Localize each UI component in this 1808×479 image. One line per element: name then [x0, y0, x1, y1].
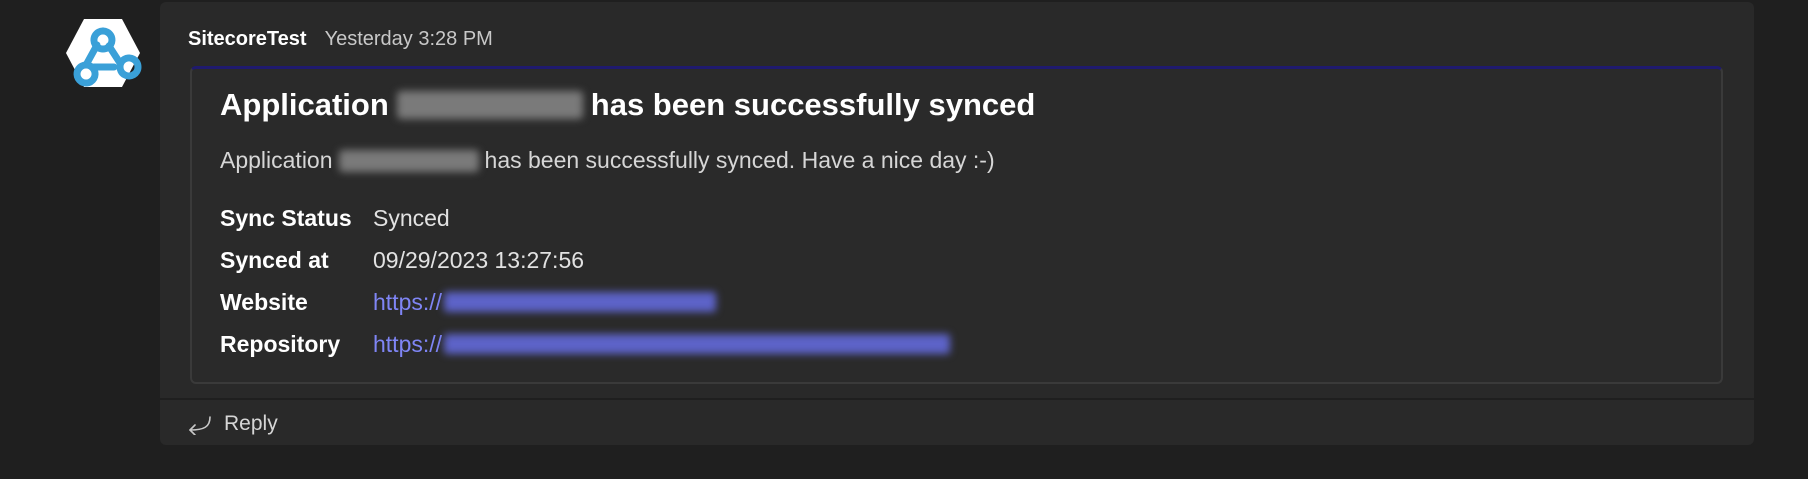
card-subtitle-suffix: has been successfully synced. Have a nic… [484, 147, 995, 173]
repository-link[interactable]: https:// [373, 331, 951, 358]
fact-key-repository: Repository [220, 330, 341, 357]
fact-row: Repository https:// [220, 323, 951, 365]
sender-name[interactable]: SitecoreTest [188, 28, 307, 51]
reply-button[interactable]: Reply [186, 406, 278, 442]
fact-row: Sync Status Synced [220, 197, 950, 239]
fact-key-website: Website [220, 288, 308, 315]
message-header: SitecoreTest Yesterday 3:28 PM [188, 26, 493, 52]
fact-row: Website https:// [220, 281, 950, 323]
fact-value-sync-status: Synced [373, 204, 450, 231]
message-timestamp: Yesterday 3:28 PM [324, 27, 493, 50]
fact-key-synced-at: Synced at [220, 246, 329, 273]
redacted-app-name [396, 91, 583, 119]
webhook-icon [66, 19, 142, 87]
card-subtitle-prefix: Application [220, 147, 333, 173]
divider [160, 398, 1754, 400]
reply-label[interactable]: Reply [224, 412, 278, 436]
card-subtitle: Application has been successfully synced… [220, 147, 995, 174]
redacted-url[interactable] [444, 334, 951, 354]
reply-arrow-icon [189, 416, 211, 435]
redacted-url[interactable] [444, 292, 717, 312]
card-title-prefix: Application [220, 87, 389, 122]
card-title-suffix: has been successfully synced [590, 87, 1036, 122]
fact-value-synced-at: 09/29/2023 13:27:56 [373, 246, 585, 273]
website-link-text[interactable]: https:// [373, 289, 442, 316]
fact-key-sync-status: Sync Status [220, 204, 352, 231]
avatar[interactable] [64, 17, 142, 89]
repository-link-text[interactable]: https:// [373, 331, 442, 358]
message-container: SitecoreTest Yesterday 3:28 PM Applicati… [160, 2, 1754, 445]
website-link[interactable]: https:// [373, 289, 717, 316]
redacted-app-name [338, 149, 479, 172]
adaptive-card: Application has been successfully synced… [190, 66, 1723, 384]
card-title: Application has been successfully synced [220, 87, 1035, 123]
fact-row: Synced at 09/29/2023 13:27:56 [220, 239, 950, 281]
fact-set: Sync Status Synced Synced at 09/29/2023 … [220, 197, 951, 365]
